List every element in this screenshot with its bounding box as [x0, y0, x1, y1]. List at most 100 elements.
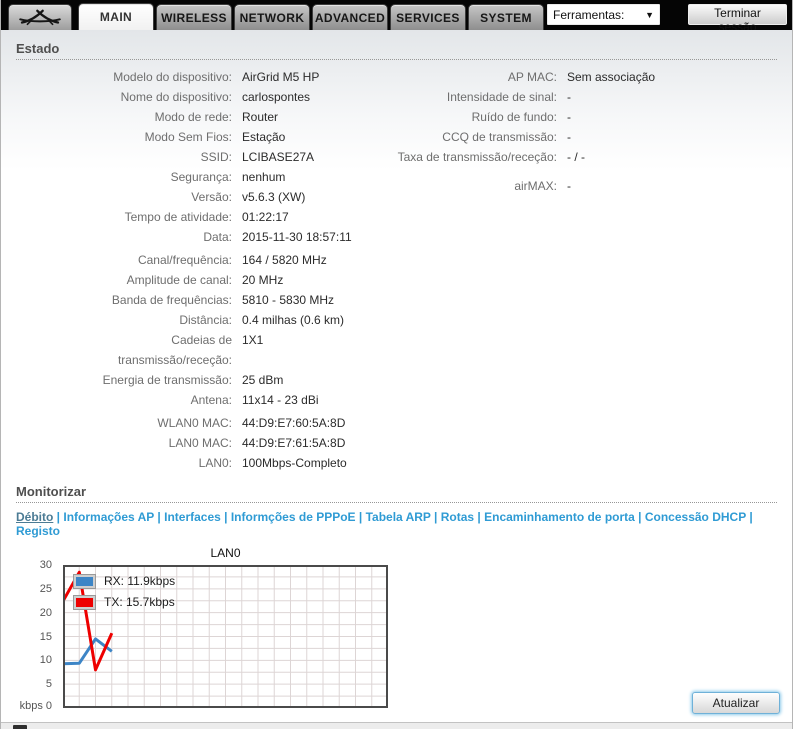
status-row: Intensidade de sinal: - [341, 87, 786, 107]
y-axis-tick: 25 [39, 582, 52, 595]
status-label: Modo de rede: [154, 110, 232, 124]
status-label: SSID: [200, 150, 232, 164]
footer-bar [1, 722, 792, 729]
y-axis-tick: 5 [45, 678, 52, 691]
status-label: Banda de frequências: [111, 293, 232, 307]
status-value: LCIBASE27A [242, 150, 315, 164]
status-label: AP MAC: [507, 70, 557, 84]
monitor-links: Débito | Informações AP | Interfaces | I… [16, 503, 777, 542]
status-value: 164 / 5820 MHz [242, 253, 327, 267]
tab-network[interactable]: NETWORK [234, 4, 310, 30]
footer-logo-fragment [13, 725, 27, 729]
logout-button[interactable]: Terminar sessão [688, 4, 787, 34]
chart-legend: RX: 11.9kbps TX: 15.7kbps [73, 573, 176, 616]
status-value: 01:22:17 [242, 210, 289, 224]
tab-advanced[interactable]: ADVANCED [312, 4, 388, 30]
status-value: 20 MHz [242, 273, 284, 287]
status-label: Modo Sem Fios: [144, 130, 232, 144]
status-row: Ruído de fundo: - [341, 107, 786, 127]
status-value: v5.6.3 (XW) [242, 190, 306, 204]
link-separator: | [430, 510, 441, 524]
monitor-link[interactable]: Encaminhamento de porta [484, 510, 635, 524]
status-row: Energia de transmissão: 25 dBm [16, 370, 777, 390]
status-label: Data: [203, 230, 232, 244]
status-label: Energia de transmissão: [102, 373, 232, 387]
status-row: Banda de frequências: 5810 - 5830 MHz [16, 290, 777, 310]
monitor-link[interactable]: Tabela ARP [366, 510, 431, 524]
tab-system[interactable]: SYSTEM [468, 4, 544, 30]
status-value: 5810 - 5830 MHz [242, 293, 335, 307]
tab-main[interactable]: MAIN [78, 3, 154, 30]
refresh-row: Atualizar [692, 692, 780, 714]
status-row: Amplitude de canal: 20 MHz [16, 270, 777, 290]
status-label: Antena: [190, 393, 232, 407]
tools-dropdown-value: Ferramentas: [553, 7, 625, 22]
status-value: - [567, 90, 571, 104]
legend-label-rx: RX: 11.9kbps [104, 574, 176, 588]
monitor-link[interactable]: Concessão DHCP [645, 510, 746, 524]
status-label: Canal/frequência: [137, 253, 232, 267]
status-value: Estação [242, 130, 286, 144]
status-value: - [567, 110, 571, 124]
throughput-chart-wrap: LAN0 30 25 20 15 10 5 kbps 0 RX: 11.9kbps TX: 1… [16, 546, 777, 715]
y-axis-tick: 15 [39, 630, 52, 643]
y-axis-origin-label: kbps 0 [19, 700, 52, 712]
status-row: CCQ de transmissão: - [341, 127, 786, 147]
monitor-link[interactable]: Débito [16, 510, 53, 524]
status-row: LAN0 MAC: 44:D9:E7:61:5A:8D [16, 433, 777, 453]
link-separator: | [154, 510, 165, 524]
top-navigation-bar: MAIN WIRELESS NETWORK ADVANCED SERVICES SYSTE… [1, 0, 792, 34]
status-row: airMAX: - [341, 176, 786, 196]
monitor-link[interactable]: Rotas [441, 510, 474, 524]
monitor-link[interactable]: Informações AP [63, 510, 154, 524]
tab-wireless[interactable]: WIRELESS [156, 4, 232, 30]
status-value: - / - [567, 150, 585, 164]
status-value: Router [242, 110, 279, 124]
status-value: 100Mbps-Completo [242, 456, 347, 470]
status-label: LAN0: [198, 456, 232, 470]
status-row: AP MAC: Sem associação [341, 67, 786, 87]
y-axis-tick: 10 [39, 654, 52, 667]
status-row: Cadeias de transmissão/receção: 1X1 [16, 330, 777, 370]
status-value: 0.4 milhas (0.6 km) [242, 313, 345, 327]
link-separator: | [220, 510, 231, 524]
status-row: Tempo de atividade: 01:22:17 [16, 207, 777, 227]
main-content: Estado Modelo do dispositivo: AirGrid M5 … [1, 30, 792, 722]
legend-item-rx: RX: 11.9kbps [73, 573, 176, 589]
tab-services[interactable]: SERVICES [390, 4, 466, 30]
status-group: airMAX: - [341, 176, 786, 196]
refresh-button[interactable]: Atualizar [692, 692, 780, 714]
nav-tabs: MAIN WIRELESS NETWORK ADVANCED SERVICES SYSTE… [78, 3, 546, 30]
legend-label-tx: TX: 15.7kbps [104, 595, 175, 609]
status-group: AP MAC: Sem associação Intensidade de sina… [341, 67, 786, 167]
y-axis-tick: 20 [39, 606, 52, 619]
status-label: Tempo de atividade: [124, 210, 232, 224]
status-value: Sem associação [567, 70, 656, 84]
status-label: CCQ de transmissão: [442, 130, 557, 144]
link-separator: | [634, 510, 645, 524]
link-separator: | [53, 510, 64, 524]
dropdown-arrow-icon: ▼ [645, 9, 654, 20]
tools-dropdown[interactable]: Ferramentas: ▼ [547, 4, 660, 25]
ubiquiti-antenna-icon [19, 9, 61, 25]
chart-y-axis: 30 25 20 15 10 5 kbps 0 [16, 559, 57, 715]
link-separator: | [474, 510, 485, 524]
status-label: Ruído de fundo: [471, 110, 557, 124]
throughput-chart: 30 25 20 15 10 5 kbps 0 RX: 11.9kbps TX: 15.7kb… [16, 559, 396, 715]
monitor-link[interactable]: Interfaces [164, 510, 221, 524]
status-label: Amplitude de canal: [126, 273, 232, 287]
monitor-link[interactable]: Informções de PPPoE [231, 510, 356, 524]
monitor-link[interactable]: Registo [16, 524, 60, 538]
status-label: LAN0 MAC: [168, 436, 232, 450]
status-row: Data: 2015-11-30 18:57:11 [16, 227, 777, 247]
ubiquiti-logo-tab[interactable] [8, 4, 72, 30]
status-section-title: Estado [16, 30, 777, 60]
link-separator: | [355, 510, 366, 524]
status-value: 2015-11-30 18:57:11 [242, 230, 352, 244]
status-value: AirGrid M5 HP [242, 70, 320, 84]
status-label: Cadeias de transmissão/receção: [117, 333, 232, 367]
status-value: carlospontes [242, 90, 311, 104]
status-row: LAN0: 100Mbps-Completo [16, 453, 777, 473]
status-label: Modelo do dispositivo: [113, 70, 232, 84]
status-value: 25 dBm [242, 373, 284, 387]
